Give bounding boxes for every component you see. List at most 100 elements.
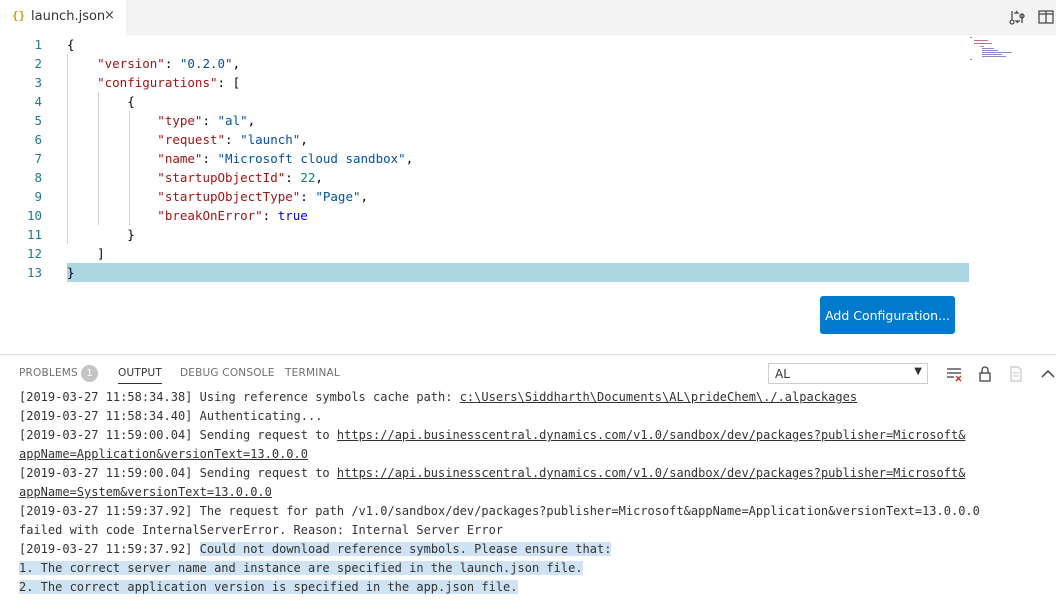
- output-line: [2019-03-27 11:59:00.04] Sending request…: [19, 464, 1049, 483]
- code-line[interactable]: 3 "configurations": [: [0, 73, 970, 92]
- code-line[interactable]: 13}: [0, 263, 970, 282]
- code-token: ,: [405, 151, 414, 166]
- output-line: appName=System&versionText=13.0.0.0: [19, 483, 1049, 502]
- code-token: {: [67, 37, 75, 52]
- code-line[interactable]: 10 "breakOnError": true: [0, 206, 970, 225]
- output-link[interactable]: appName=Application&versionText=13.0.0.0: [19, 447, 308, 461]
- lock-scroll-icon[interactable]: [976, 365, 994, 383]
- compare-changes-icon[interactable]: [1008, 8, 1026, 26]
- code-editor[interactable]: 1{2 "version": "0.2.0", 3 "configurations…: [0, 35, 1056, 354]
- code-line[interactable]: 1{: [0, 35, 970, 54]
- line-number: 5: [34, 113, 42, 128]
- tab-debug-console[interactable]: DEBUG CONSOLE: [180, 367, 275, 379]
- output-text-segment: 2. The correct application version is sp…: [19, 580, 518, 594]
- output-text-segment: [2019-03-27 11:59:37.92]: [19, 542, 200, 556]
- output-channel-select[interactable]: AL ▼: [768, 363, 928, 384]
- code-token: "version": [67, 56, 165, 71]
- code-line[interactable]: 9 "startupObjectType": "Page",: [0, 187, 970, 206]
- output-line: appName=Application&versionText=13.0.0.0: [19, 445, 1049, 464]
- code-token: "startupObjectType": [67, 189, 301, 204]
- code-text: }: [67, 225, 135, 244]
- open-log-icon[interactable]: [1007, 365, 1025, 383]
- code-token: "breakOnError": [67, 208, 263, 223]
- minimap[interactable]: [970, 35, 1030, 65]
- tab-problems[interactable]: PROBLEMS: [19, 367, 78, 379]
- line-number: 7: [34, 151, 42, 166]
- code-token: ,: [247, 113, 256, 128]
- editor-tab-bar: {} launch.json ×: [0, 0, 1056, 35]
- output-text-segment: [2019-03-27 11:59:00.04] Sending request…: [19, 428, 337, 442]
- code-text: {: [67, 35, 75, 54]
- output-line: failed with code InternalServerError. Re…: [19, 521, 1049, 540]
- code-token: "startupObjectId": [67, 170, 286, 185]
- code-text: "request": "launch",: [67, 130, 308, 149]
- code-token: ,: [300, 132, 308, 147]
- code-line[interactable]: 4 {: [0, 92, 970, 111]
- code-line[interactable]: 5 "type": "al",: [0, 111, 970, 130]
- code-token: :: [262, 208, 278, 223]
- code-text: "startupObjectId": 22,: [67, 168, 323, 187]
- code-token: "request": [67, 132, 226, 147]
- code-token: :: [202, 151, 218, 166]
- code-line[interactable]: 2 "version": "0.2.0",: [0, 54, 970, 73]
- output-text-segment: 1. The correct server name and instance …: [19, 561, 583, 575]
- output-link[interactable]: c:\Users\Siddharth\Documents\AL\prideChe…: [460, 390, 857, 404]
- code-text: {: [67, 92, 135, 111]
- code-line[interactable]: 11 }: [0, 225, 970, 244]
- clear-output-icon[interactable]: [945, 365, 963, 383]
- code-token: "Page": [315, 189, 361, 204]
- code-token: :: [300, 189, 316, 204]
- tab-output[interactable]: OUTPUT: [118, 367, 162, 384]
- json-file-icon: {}: [12, 9, 26, 22]
- code-line[interactable]: 7 "name": "Microsoft cloud sandbox",: [0, 149, 970, 168]
- split-editor-icon[interactable]: [1037, 8, 1055, 26]
- tab-launch-json[interactable]: {} launch.json ×: [0, 0, 126, 35]
- add-configuration-button[interactable]: Add Configuration...: [820, 296, 955, 334]
- output-channel-value: AL: [775, 367, 790, 381]
- output-text-segment: [2019-03-27 11:58:34.38] Using reference…: [19, 390, 460, 404]
- code-token: "configurations": [67, 75, 218, 90]
- output-text-segment: failed with code InternalServerError. Re…: [19, 523, 504, 537]
- code-token: ,: [315, 170, 323, 185]
- line-number: 9: [34, 189, 42, 204]
- code-token: "type": [67, 113, 203, 128]
- output-line: [2019-03-27 11:58:34.40] Authenticating.…: [19, 407, 1049, 426]
- output-line: [2019-03-27 11:58:34.38] Using reference…: [19, 388, 1049, 407]
- bottom-panel: PROBLEMS 1 OUTPUT DEBUG CONSOLE TERMINAL…: [0, 354, 1056, 609]
- tab-label: launch.json: [31, 9, 106, 24]
- code-token: :: [225, 132, 241, 147]
- code-token: "name": [67, 151, 203, 166]
- line-number: 10: [26, 208, 42, 223]
- output-link[interactable]: https://api.businesscentral.dynamics.com…: [337, 466, 966, 480]
- tab-terminal[interactable]: TERMINAL: [285, 367, 340, 379]
- line-number: 4: [34, 94, 42, 109]
- code-line[interactable]: 6 "request": "launch",: [0, 130, 970, 149]
- line-number: 6: [34, 132, 42, 147]
- code-token: 22: [300, 170, 316, 185]
- code-text: "version": "0.2.0",: [67, 54, 240, 73]
- code-text: "type": "al",: [67, 111, 255, 130]
- output-link[interactable]: appName=System&versionText=13.0.0.0: [19, 485, 272, 499]
- code-token: ]: [67, 246, 105, 261]
- output-line: 1. The correct server name and instance …: [19, 559, 1049, 578]
- output-link[interactable]: https://api.businesscentral.dynamics.com…: [337, 428, 966, 442]
- collapse-panel-icon[interactable]: [1039, 365, 1056, 383]
- code-text: "configurations": [: [67, 73, 240, 92]
- line-number: 13: [26, 265, 42, 280]
- line-number: 1: [34, 37, 42, 52]
- code-text: "startupObjectType": "Page",: [67, 187, 368, 206]
- output-text-segment: [2019-03-27 11:58:34.40] Authenticating.…: [19, 409, 323, 423]
- close-icon[interactable]: ×: [104, 8, 115, 23]
- line-number: 11: [26, 227, 42, 242]
- code-token: }: [67, 227, 135, 242]
- problems-count-badge: 1: [81, 365, 98, 382]
- output-text-segment: [2019-03-27 11:59:37.92] The request for…: [19, 504, 980, 518]
- code-line[interactable]: 12 ]: [0, 244, 970, 263]
- output-line: [2019-03-27 11:59:37.92] Could not downl…: [19, 540, 1049, 559]
- code-line[interactable]: 8 "startupObjectId": 22,: [0, 168, 970, 187]
- output-line: [2019-03-27 11:59:37.92] The request for…: [19, 502, 1049, 521]
- code-token: ,: [360, 189, 369, 204]
- output-line: [2019-03-27 11:59:00.04] Sending request…: [19, 426, 1049, 445]
- code-token: "launch": [240, 132, 301, 147]
- line-number: 3: [34, 75, 42, 90]
